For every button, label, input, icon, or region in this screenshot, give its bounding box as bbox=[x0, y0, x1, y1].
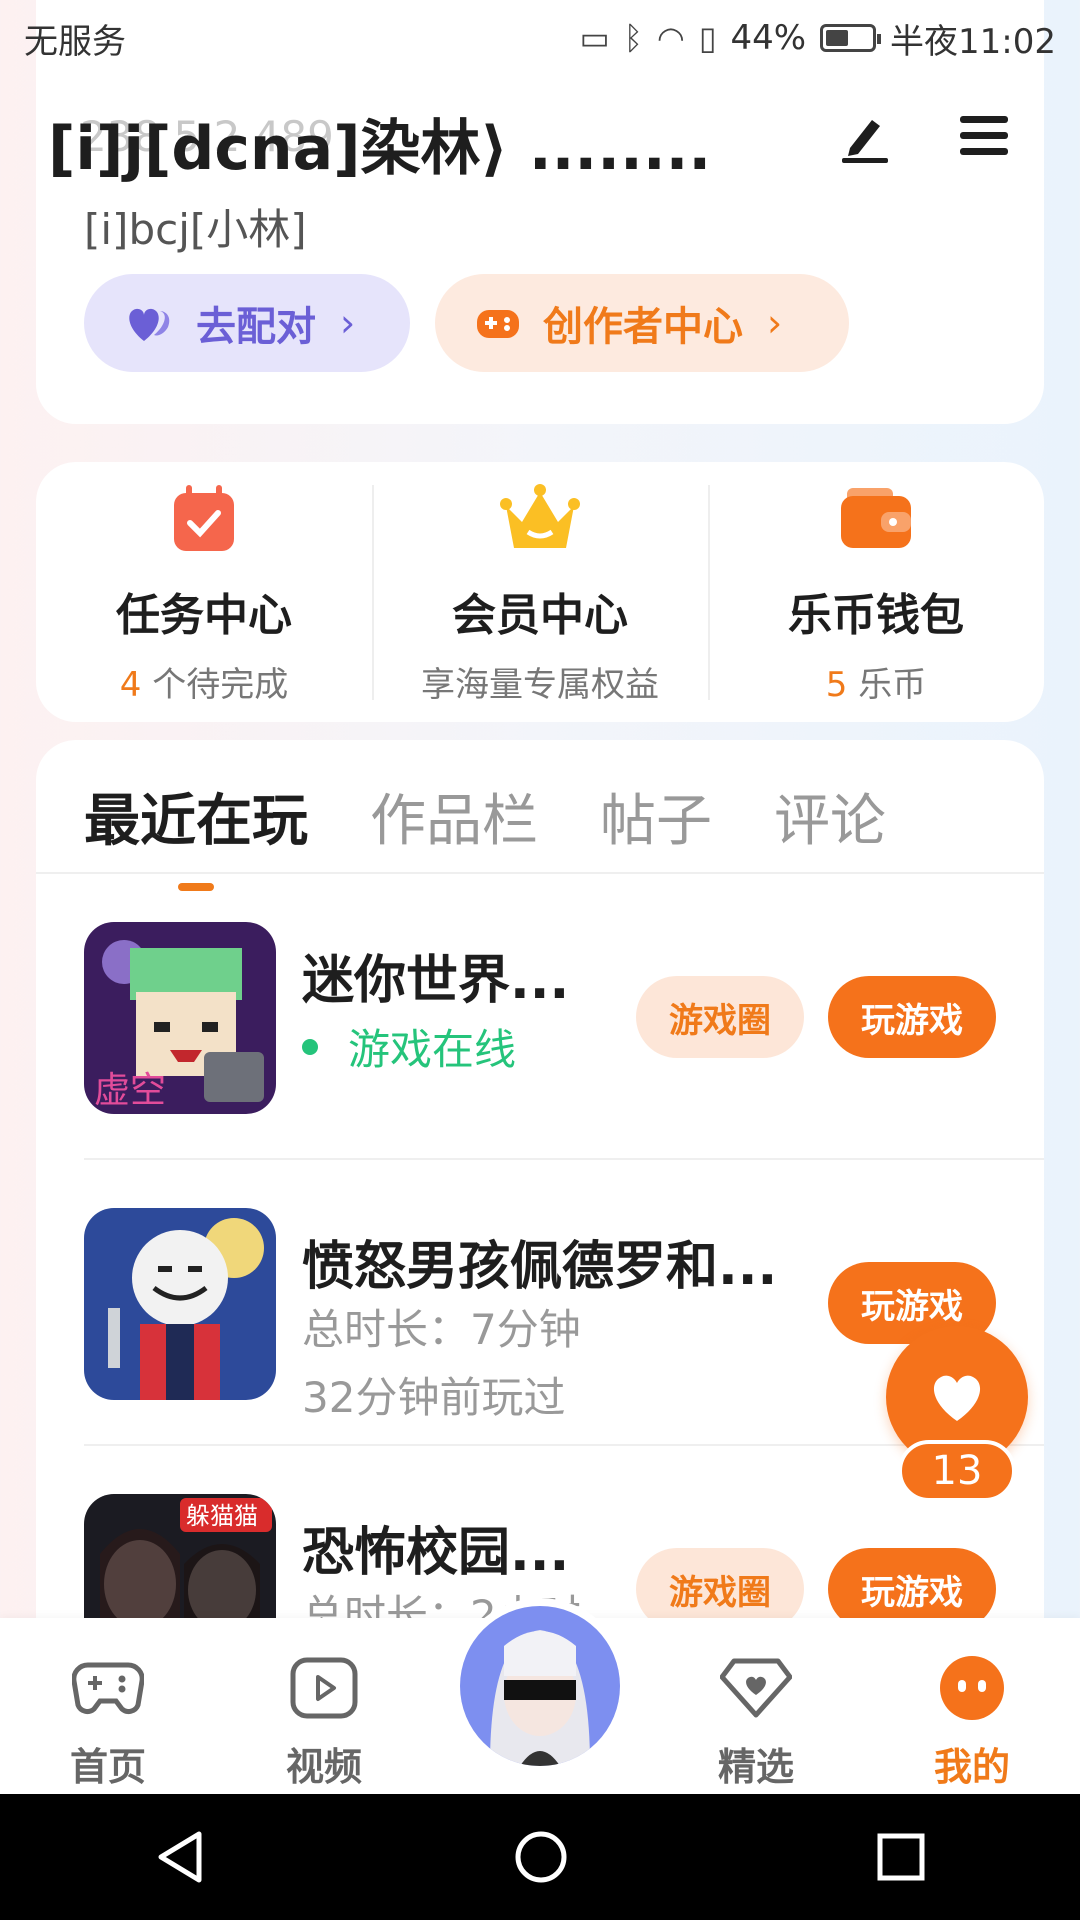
recents-icon[interactable] bbox=[877, 1833, 925, 1881]
calendar-check-icon bbox=[36, 479, 372, 557]
game-name: 迷你世界... bbox=[302, 951, 570, 1011]
vip-center[interactable]: 会员中心 享海量专属权益 bbox=[372, 479, 708, 706]
online-dot-icon bbox=[302, 1038, 318, 1055]
wifi-icon: ◠ bbox=[656, 19, 685, 57]
creator-center-label: 创作者中心 bbox=[543, 304, 743, 350]
avatar bbox=[460, 1606, 620, 1766]
nav-featured[interactable]: 精选 bbox=[696, 1648, 816, 1791]
crown-icon bbox=[372, 479, 708, 557]
game-name: 恐怖校园... bbox=[302, 1523, 570, 1583]
menu-icon[interactable] bbox=[958, 112, 1010, 160]
alert-icon: ▯ bbox=[698, 19, 717, 57]
service-title: 任务中心 bbox=[116, 589, 292, 641]
nickname: [i]j[dcna]染林⟩ ........ bbox=[48, 114, 712, 184]
center-avatar-button[interactable] bbox=[452, 1598, 628, 1774]
svg-text:虚空: 虚空 bbox=[94, 1070, 166, 1111]
user-id: [i]bcj[小林] bbox=[84, 205, 307, 254]
service-subtitle: 享海量专属权益 bbox=[421, 664, 659, 705]
cast-icon: ▭ bbox=[579, 19, 610, 57]
heart-tag-icon bbox=[696, 1648, 816, 1728]
smile-face-icon bbox=[912, 1648, 1032, 1728]
gamepad-icon bbox=[475, 304, 521, 342]
status-bar: 无服务 ▭ ᛒ ◠ ▯ 44% 半夜11:02 bbox=[0, 0, 1080, 76]
service-title: 会员中心 bbox=[452, 589, 628, 641]
home-icon[interactable] bbox=[514, 1830, 568, 1884]
nav-label: 我的 bbox=[933, 1745, 1010, 1789]
battery-icon bbox=[820, 24, 882, 52]
battery-percent: 44% bbox=[730, 18, 807, 58]
system-nav-bar bbox=[0, 1794, 1080, 1920]
nav-home[interactable]: 首页 bbox=[48, 1648, 168, 1791]
game-icon-horror-school: 躲猫猫 bbox=[84, 1494, 276, 1626]
nav-label: 视频 bbox=[285, 1745, 362, 1789]
match-button-label: 去配对 bbox=[196, 304, 316, 350]
edit-icon[interactable] bbox=[836, 108, 892, 164]
task-center[interactable]: 任务中心 4 个待完成 bbox=[36, 479, 372, 706]
play-game-button[interactable]: 玩游戏 bbox=[828, 976, 996, 1058]
service-subtitle: 5 乐币 bbox=[825, 664, 927, 705]
last-played: 32分钟前玩过 bbox=[302, 1373, 566, 1422]
gamepad-icon bbox=[48, 1648, 168, 1728]
game-name: 愤怒男孩佩德罗和... bbox=[302, 1237, 778, 1297]
tab-works[interactable]: 作品栏 bbox=[370, 776, 538, 857]
nav-label: 精选 bbox=[717, 1745, 794, 1789]
profile-tabs: 最近在玩 作品栏 帖子 评论 bbox=[84, 776, 886, 857]
heart-icon bbox=[933, 1375, 981, 1421]
nav-label: 首页 bbox=[69, 1745, 146, 1789]
nav-mine[interactable]: 我的 bbox=[912, 1648, 1032, 1791]
heart-icon bbox=[124, 303, 174, 343]
carrier-text: 无服务 bbox=[24, 21, 126, 62]
game-circle-button[interactable]: 游戏圈 bbox=[636, 976, 804, 1058]
play-duration: 总时长：7分钟 bbox=[302, 1305, 581, 1354]
wallet-icon bbox=[708, 479, 1044, 557]
chevron-right-icon: › bbox=[767, 301, 783, 345]
service-title: 乐币钱包 bbox=[788, 589, 964, 641]
tab-comments[interactable]: 评论 bbox=[774, 776, 886, 857]
creator-center-button[interactable]: 创作者中心 › bbox=[435, 274, 849, 372]
game-icon-angry-boy bbox=[84, 1208, 276, 1400]
online-status: 游戏在线 bbox=[302, 1016, 516, 1077]
coin-wallet[interactable]: 乐币钱包 5 乐币 bbox=[708, 479, 1044, 706]
back-icon[interactable] bbox=[155, 1830, 205, 1884]
match-button[interactable]: 去配对 › bbox=[84, 274, 410, 372]
status-icons: ▭ ᛒ ◠ ▯ 44% 半夜11:02 bbox=[579, 14, 1056, 63]
game-row[interactable]: 虚空 迷你世界... 游戏在线 游戏圈 玩游戏 bbox=[84, 874, 1044, 1160]
service-subtitle: 4 个待完成 bbox=[119, 664, 289, 705]
clock: 半夜11:02 bbox=[890, 21, 1056, 62]
bluetooth-icon: ᛒ bbox=[623, 19, 643, 57]
services-card: 任务中心 4 个待完成 会员中心 享海量专属权益 乐币钱包 5 乐币 bbox=[36, 462, 1044, 722]
chevron-right-icon: › bbox=[340, 301, 356, 345]
game-icon-mini-world: 虚空 bbox=[84, 922, 276, 1114]
tab-recent[interactable]: 最近在玩 bbox=[84, 776, 308, 857]
nav-video[interactable]: 视频 bbox=[264, 1648, 384, 1791]
video-icon bbox=[264, 1648, 384, 1728]
bottom-nav: 首页 视频 精选 我的 bbox=[0, 1598, 1080, 1794]
like-count: 13 bbox=[898, 1440, 1016, 1502]
tab-posts[interactable]: 帖子 bbox=[600, 776, 712, 857]
svg-text:躲猫猫: 躲猫猫 bbox=[186, 1502, 258, 1530]
